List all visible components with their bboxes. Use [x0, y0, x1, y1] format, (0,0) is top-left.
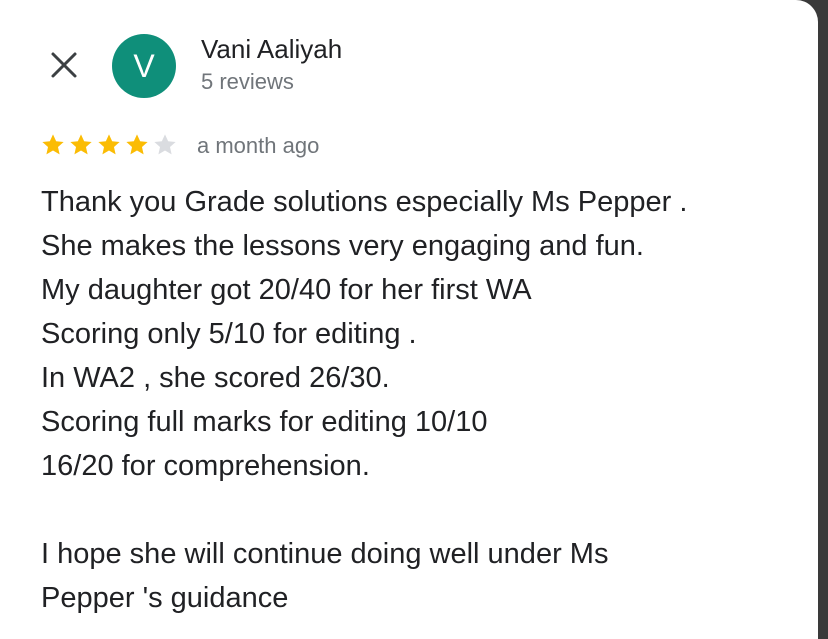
star-filled-icon	[96, 132, 122, 158]
star-filled-icon	[40, 132, 66, 158]
review-card: V Vani Aaliyah 5 reviews a month ago Tha…	[0, 0, 818, 639]
review-text-line: She makes the lessons very engaging and …	[41, 230, 644, 262]
star-rating	[40, 132, 178, 158]
review-text-line: In WA2 , she scored 26/30.	[41, 362, 390, 394]
author-name[interactable]: Vani Aaliyah	[201, 34, 342, 65]
close-icon	[51, 52, 77, 78]
review-text-line: Pepper 's guidance	[41, 582, 289, 614]
review-text-line: My daughter got 20/40 for her first WA	[41, 274, 532, 306]
avatar[interactable]: V	[112, 34, 176, 98]
close-button[interactable]	[44, 46, 84, 86]
star-filled-icon	[124, 132, 150, 158]
review-count: 5 reviews	[201, 69, 294, 94]
review-text-line: Scoring full marks for editing 10/10	[41, 406, 488, 438]
review-date: a month ago	[197, 133, 320, 158]
review-text-line: I hope she will continue doing well unde…	[41, 538, 609, 570]
star-empty-icon	[152, 132, 178, 158]
review-text-line: 16/20 for comprehension.	[41, 450, 370, 482]
review-text-line: Thank you Grade solutions especially Ms …	[41, 186, 688, 218]
review-text: Thank you Grade solutions especially Ms …	[41, 180, 801, 620]
review-text-line: Scoring only 5/10 for editing .	[41, 318, 417, 350]
review-text-line	[41, 488, 801, 532]
star-filled-icon	[68, 132, 94, 158]
